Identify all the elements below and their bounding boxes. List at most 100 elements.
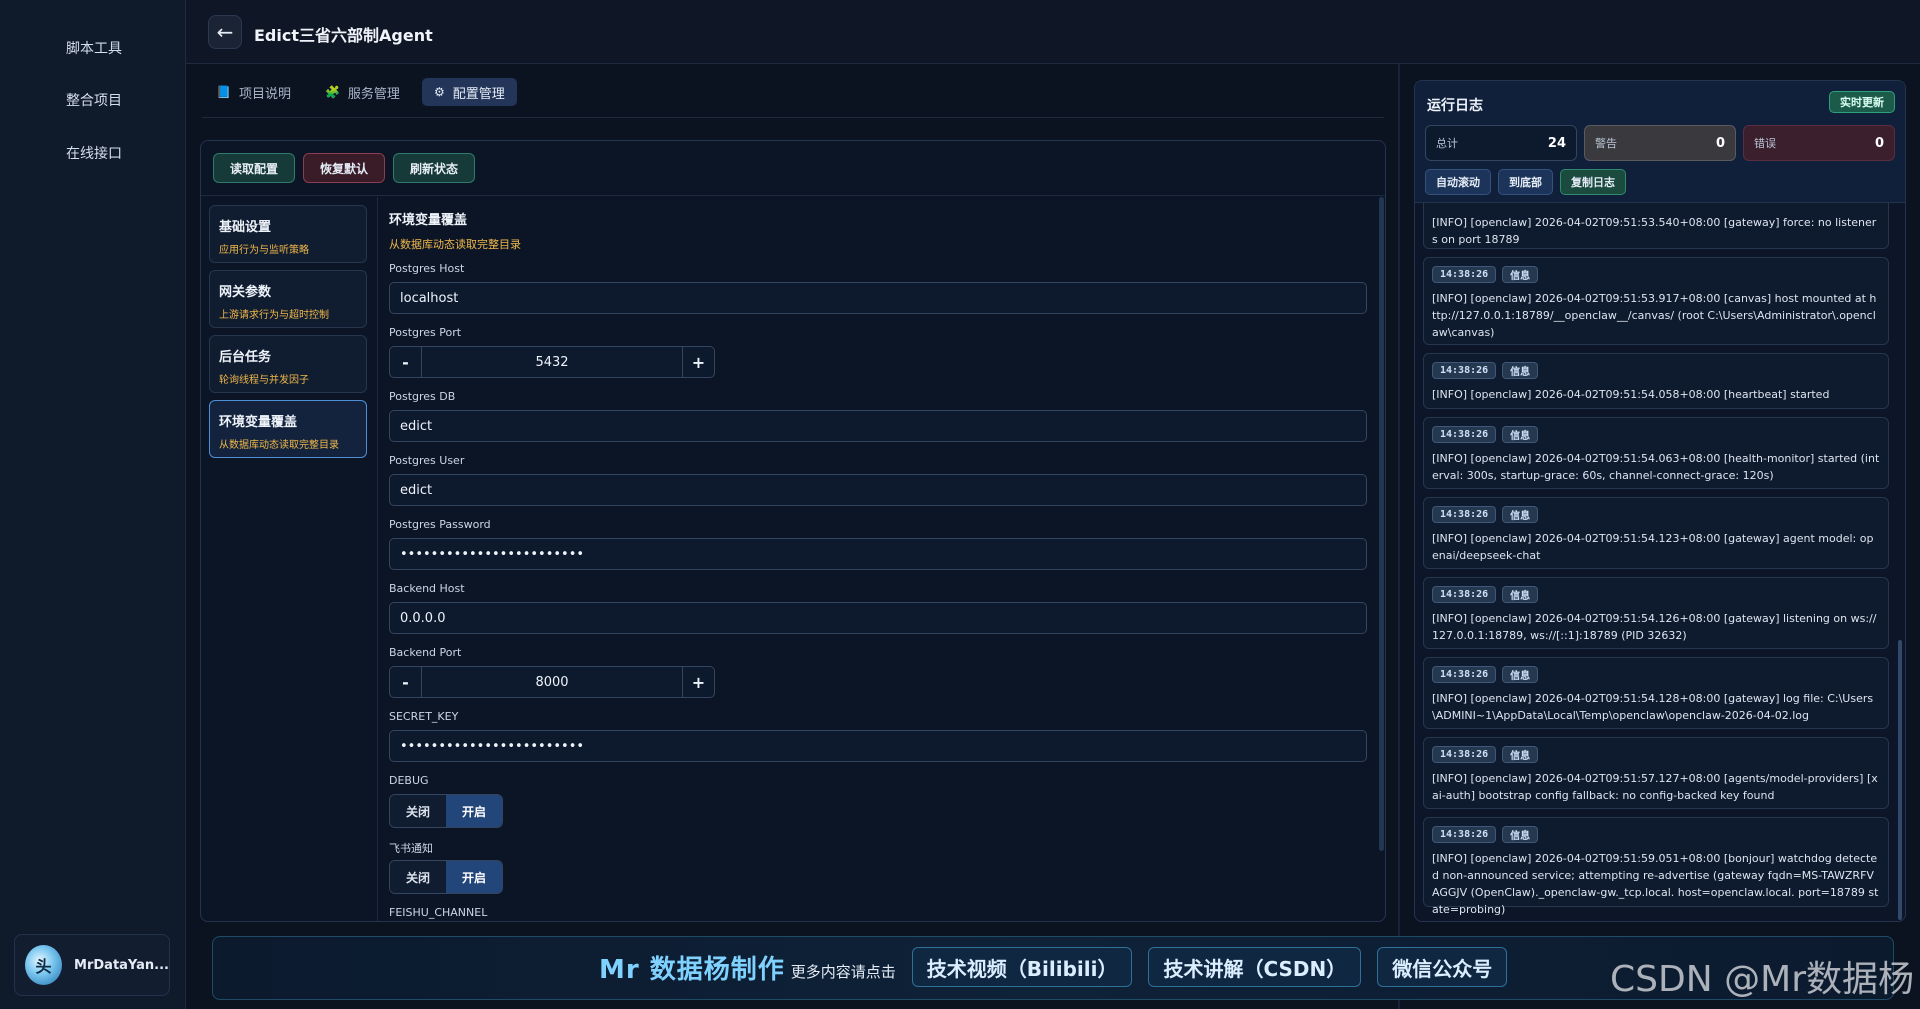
auto-scroll-button[interactable]: 自动滚动 bbox=[1425, 169, 1491, 195]
category-desc: 从数据库动态读取完整目录 bbox=[219, 440, 339, 451]
decrement-button[interactable]: - bbox=[390, 667, 422, 697]
log-entry: 14:38:26 信息 [INFO] [openclaw] 2026-04-02T0… bbox=[1423, 657, 1889, 729]
backend-port-stepper: - 8000 + bbox=[389, 666, 715, 698]
postgres-db-input[interactable]: edict bbox=[389, 410, 1367, 442]
sidebar-item-script-tools[interactable]: 脚本工具 bbox=[66, 38, 122, 58]
postgres-password-input[interactable]: •••••••••••••••••••••••• bbox=[389, 538, 1367, 570]
book-icon: 📘 bbox=[216, 85, 231, 99]
log-time-badge: 14:38:26 bbox=[1432, 746, 1497, 763]
log-level-badge: 信息 bbox=[1502, 746, 1539, 763]
debug-toggle: 关闭 开启 bbox=[389, 794, 503, 828]
increment-button[interactable]: + bbox=[682, 667, 714, 697]
log-level-badge: 信息 bbox=[1502, 666, 1539, 683]
scroll-bottom-button[interactable]: 到底部 bbox=[1498, 169, 1553, 195]
category-title: 后台任务 bbox=[219, 350, 272, 365]
config-toolbar: 读取配置 恢复默认 刷新状态 bbox=[213, 153, 476, 183]
log-level-badge: 信息 bbox=[1502, 266, 1539, 283]
section-subtitle: 从数据库动态读取完整目录 bbox=[389, 238, 521, 251]
log-entry: 14:38:26 信息 [INFO] [openclaw] 2026-04-02T0… bbox=[1423, 737, 1889, 809]
tab-project-intro[interactable]: 📘 项目说明 bbox=[204, 78, 303, 106]
log-entry: 14:38:26 信息 [INFO] [openclaw] 2026-04-02T0… bbox=[1423, 497, 1889, 569]
user-card[interactable]: 头 MrDataYan... bbox=[14, 934, 170, 996]
log-message: [INFO] [openclaw] 2026-04-02T09:51:57.12… bbox=[1432, 772, 1878, 802]
tab-config-management[interactable]: ⚙ 配置管理 bbox=[421, 78, 517, 106]
category-title: 网关参数 bbox=[219, 285, 272, 300]
log-actions: 自动滚动 到底部 复制日志 bbox=[1425, 169, 1626, 195]
feishu-off-option[interactable]: 关闭 bbox=[390, 861, 446, 893]
category-basic-settings[interactable]: 基础设置应用行为与监听策略 bbox=[209, 205, 367, 263]
bilibili-link[interactable]: 技术视频（Bilibili） bbox=[911, 947, 1133, 987]
reset-default-button[interactable]: 恢复默认 bbox=[303, 153, 386, 183]
live-update-badge: 实时更新 bbox=[1829, 91, 1895, 113]
log-level-badge: 信息 bbox=[1502, 362, 1539, 379]
category-env-overrides[interactable]: 环境变量覆盖 从数据库动态读取完整目录 bbox=[209, 400, 367, 458]
log-time-badge: 14:38:26 bbox=[1432, 506, 1497, 523]
log-message: [INFO] [openclaw] 2026-04-02T09:51:54.06… bbox=[1432, 452, 1880, 482]
toolbar-divider bbox=[201, 195, 1385, 196]
postgres-port-input[interactable]: 5432 bbox=[422, 355, 682, 370]
log-list: [INFO] [openclaw] 2026-04-02T09:51:53.54… bbox=[1423, 203, 1889, 921]
category-desc: 轮询线程与并发因子 bbox=[219, 375, 309, 386]
category-gateway-params[interactable]: 网关参数 上游请求行为与超时控制 bbox=[209, 270, 367, 328]
log-time-badge: 14:38:26 bbox=[1432, 426, 1497, 443]
log-entry: 14:38:26 信息 [INFO] [openclaw] 2026-04-02T0… bbox=[1423, 577, 1889, 649]
debug-off-option[interactable]: 关闭 bbox=[390, 795, 446, 827]
log-message: [INFO] [openclaw] 2026-04-02T09:51:54.12… bbox=[1432, 612, 1877, 642]
tab-label: 配置管理 bbox=[452, 86, 505, 102]
secret-key-input[interactable]: •••••••••••••••••••••••• bbox=[389, 730, 1367, 762]
log-title: 运行日志 bbox=[1427, 98, 1483, 114]
tab-bar: 📘 项目说明 🧩 服务管理 ⚙ 配置管理 bbox=[204, 78, 517, 108]
read-config-button[interactable]: 读取配置 bbox=[213, 153, 296, 183]
log-scrollbar[interactable] bbox=[1898, 640, 1902, 920]
debug-on-option[interactable]: 开启 bbox=[446, 795, 502, 827]
decrement-button[interactable]: - bbox=[390, 347, 422, 377]
copy-log-button[interactable]: 复制日志 bbox=[1560, 169, 1626, 195]
category-divider bbox=[377, 197, 378, 921]
csdn-link[interactable]: 技术讲解（CSDN） bbox=[1148, 947, 1362, 987]
stat-label: 总计 bbox=[1436, 137, 1458, 150]
category-list: 基础设置应用行为与监听策略 网关参数 上游请求行为与超时控制 后台任务轮询线程与并… bbox=[209, 205, 367, 465]
log-level-badge: 信息 bbox=[1502, 426, 1539, 443]
log-entry: 14:38:26 信息 [INFO] [openclaw] 2026-04-02T0… bbox=[1423, 353, 1889, 409]
tabs-divider bbox=[202, 117, 1384, 118]
postgres-user-label: Postgres User bbox=[389, 454, 465, 467]
category-background-tasks[interactable]: 后台任务轮询线程与并发因子 bbox=[209, 335, 367, 393]
back-button[interactable]: ← bbox=[208, 15, 242, 49]
backend-port-input[interactable]: 8000 bbox=[422, 675, 682, 690]
puzzle-icon: 🧩 bbox=[324, 85, 340, 99]
log-message: [INFO] [openclaw] 2026-04-02T09:51:53.91… bbox=[1432, 292, 1877, 339]
avatar: 头 bbox=[25, 945, 63, 985]
backend-host-input[interactable]: 0.0.0.0 bbox=[389, 602, 1367, 634]
log-time-badge: 14:38:26 bbox=[1432, 826, 1497, 843]
category-title: 基础设置 bbox=[219, 220, 272, 235]
stat-total: 总计 24 bbox=[1425, 125, 1577, 161]
stat-value: 0 bbox=[1715, 135, 1725, 151]
log-level-badge: 信息 bbox=[1502, 586, 1539, 603]
log-message: [INFO] [openclaw] 2026-04-02T09:51:59.05… bbox=[1432, 852, 1879, 916]
log-entry: 14:38:26 信息 [INFO] [openclaw] 2026-04-02T0… bbox=[1423, 417, 1889, 489]
refresh-status-button[interactable]: 刷新状态 bbox=[393, 153, 476, 183]
promo-brand: Mr 数据杨制作 bbox=[599, 954, 785, 985]
tab-service-management[interactable]: 🧩 服务管理 bbox=[313, 78, 412, 106]
config-panel: 读取配置 恢复默认 刷新状态 基础设置应用行为与监听策略 网关参数 上游请求行为与… bbox=[200, 140, 1386, 922]
log-message: [INFO] [openclaw] 2026-04-02T09:51:54.12… bbox=[1432, 692, 1874, 722]
increment-button[interactable]: + bbox=[682, 347, 714, 377]
sidebar-item-integrated-projects[interactable]: 整合项目 bbox=[66, 90, 122, 110]
postgres-user-input[interactable]: edict bbox=[389, 474, 1367, 506]
debug-label: DEBUG bbox=[389, 774, 429, 787]
log-message: [INFO] [openclaw] 2026-04-02T09:51:53.54… bbox=[1432, 216, 1877, 246]
category-desc: 应用行为与监听策略 bbox=[219, 245, 309, 256]
log-entry: 14:38:26 信息 [INFO] [openclaw] 2026-04-02T0… bbox=[1423, 817, 1889, 916]
wechat-link[interactable]: 微信公众号 bbox=[1377, 947, 1508, 987]
form-scrollbar[interactable] bbox=[1379, 197, 1384, 851]
arrow-left-icon: ← bbox=[216, 20, 234, 44]
log-message: [INFO] [openclaw] 2026-04-02T09:51:54.12… bbox=[1432, 532, 1874, 562]
promo-content: Mr 数据杨制作 更多内容请点击 技术视频（Bilibili） 技术讲解（CSD… bbox=[599, 947, 1508, 987]
feishu-on-option[interactable]: 开启 bbox=[446, 861, 502, 893]
stat-label: 警告 bbox=[1595, 137, 1617, 150]
postgres-host-input[interactable]: localhost bbox=[389, 282, 1367, 314]
log-level-badge: 信息 bbox=[1502, 826, 1539, 843]
postgres-port-stepper: - 5432 + bbox=[389, 346, 715, 378]
stat-error: 错误 0 bbox=[1743, 125, 1895, 161]
sidebar-item-online-api[interactable]: 在线接口 bbox=[66, 143, 122, 163]
